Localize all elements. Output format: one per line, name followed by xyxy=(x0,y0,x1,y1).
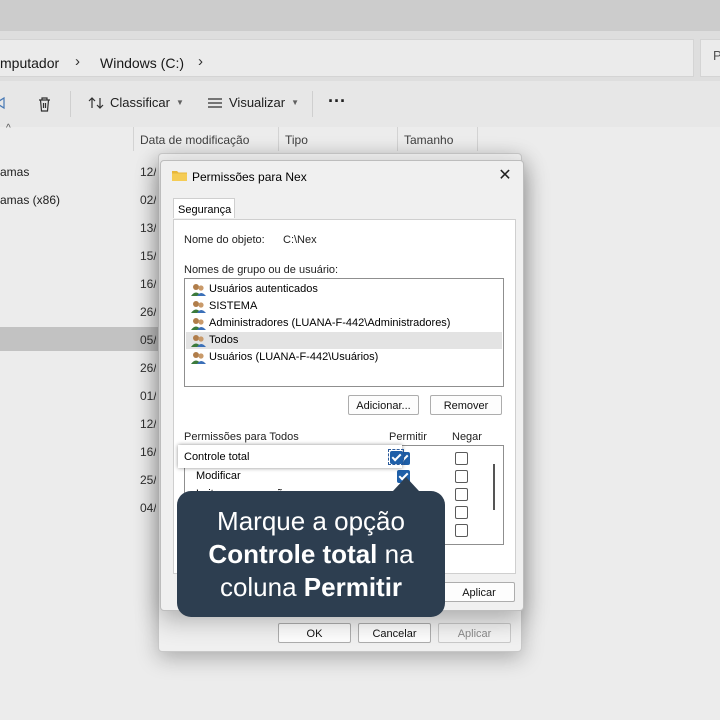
users-icon xyxy=(191,352,206,364)
groups-label: Nomes de grupo ou de usuário: xyxy=(184,264,339,276)
object-name-value: C:\Nex xyxy=(283,234,317,246)
deny-modify-checkbox[interactable] xyxy=(455,470,468,483)
close-icon[interactable]: ✕ xyxy=(494,165,516,187)
list-item[interactable]: Usuários autenticados xyxy=(186,281,502,298)
allow-full-control-checkbox[interactable] xyxy=(390,451,403,464)
ok-button[interactable]: OK xyxy=(278,623,351,643)
tooltip-line-1: Marque a opção xyxy=(217,506,405,536)
deny-column-label: Negar xyxy=(452,431,482,443)
cancel-button[interactable]: Cancelar xyxy=(358,623,431,643)
instruction-tooltip: Marque a opção Controle total na coluna … xyxy=(177,477,445,617)
permissions-label: Permissões para Todos xyxy=(184,431,299,443)
user-name: Todos xyxy=(209,334,239,346)
object-name-label: Nome do objeto: xyxy=(184,234,265,246)
tooltip-text: coluna xyxy=(219,572,304,602)
list-item-selected[interactable]: Todos xyxy=(186,332,502,349)
permission-row: Modificar xyxy=(185,467,485,485)
tooltip-text: na xyxy=(377,539,414,569)
allow-column-label: Permitir xyxy=(389,431,427,443)
dialog-title-bar: Permissões para Nex ✕ xyxy=(161,161,523,191)
scrollbar-thumb[interactable] xyxy=(493,464,495,510)
deny-checkbox[interactable] xyxy=(455,506,468,519)
tooltip-emphasis: Permitir xyxy=(303,572,403,602)
permission-name: Modificar xyxy=(196,470,241,482)
user-name: Usuários autenticados xyxy=(209,283,318,295)
users-icon xyxy=(191,335,206,347)
add-button[interactable]: Adicionar... xyxy=(348,395,419,415)
tab-security[interactable]: Segurança xyxy=(173,198,235,218)
deny-checkbox[interactable] xyxy=(455,524,468,537)
list-item[interactable]: Administradores (LUANA-F-442\Administrad… xyxy=(186,315,502,332)
apply-button-disabled[interactable]: Aplicar xyxy=(438,623,511,643)
tooltip-line-2: Controle total na xyxy=(177,538,445,571)
permission-name: Controle total xyxy=(184,451,250,463)
apply-button[interactable]: Aplicar xyxy=(443,582,515,602)
deny-checkbox[interactable] xyxy=(455,488,468,501)
users-icon xyxy=(191,284,206,296)
users-list[interactable]: Usuários autenticados SISTEMA Administra… xyxy=(184,278,504,387)
users-icon xyxy=(191,301,206,313)
tooltip-line-3: coluna Permitir xyxy=(177,571,445,604)
list-item[interactable]: SISTEMA xyxy=(186,298,502,315)
deny-full-control-checkbox[interactable] xyxy=(455,452,468,465)
users-icon xyxy=(191,318,206,330)
highlighted-full-control-row[interactable]: Controle total xyxy=(178,445,404,468)
user-name: SISTEMA xyxy=(209,300,258,312)
user-name: Administradores (LUANA-F-442\Administrad… xyxy=(209,317,451,329)
folder-icon xyxy=(172,171,187,181)
dialog-title: Permissões para Nex xyxy=(192,170,307,184)
tooltip-emphasis: Controle total xyxy=(208,539,378,569)
user-name: Usuários (LUANA-F-442\Usuários) xyxy=(209,351,379,363)
remove-button[interactable]: Remover xyxy=(430,395,502,415)
list-item[interactable]: Usuários (LUANA-F-442\Usuários) xyxy=(186,349,502,366)
